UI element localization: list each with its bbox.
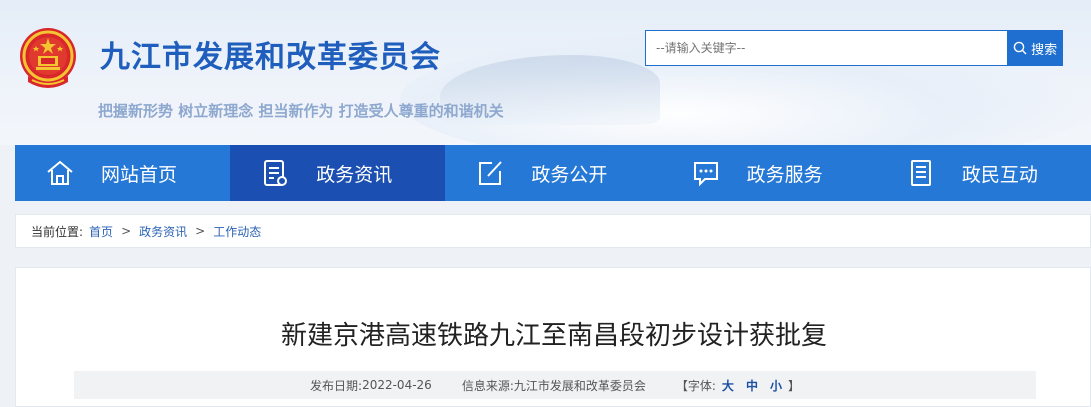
- font-size-large-button[interactable]: 大: [722, 377, 734, 394]
- article-title: 新建京港高速铁路九江至南昌段初步设计获批复: [280, 321, 827, 351]
- source-label: 信息来源:: [461, 378, 514, 393]
- font-size-label: 【字体:: [675, 378, 716, 393]
- main-nav: 网站首页 政务资讯 政务公开 政务服务 政民互动: [15, 145, 1091, 201]
- breadcrumb-link-home[interactable]: 首页: [89, 223, 113, 240]
- breadcrumb-separator: >: [195, 224, 206, 238]
- site-header: 九江市发展和改革委员会 把握新形势 树立新理念 担当新作为 打造受人尊重的和谐机…: [0, 0, 1091, 145]
- nav-item-interaction[interactable]: 政民互动: [876, 145, 1091, 201]
- home-icon: [43, 156, 77, 190]
- nav-item-label: 政务资讯: [316, 163, 393, 186]
- search-icon: [1013, 41, 1027, 55]
- search-button[interactable]: 搜索: [1007, 30, 1063, 66]
- font-size-small-button[interactable]: 小: [770, 377, 782, 394]
- search-bar: 搜索: [645, 30, 1063, 66]
- nav-item-news[interactable]: 政务资讯: [230, 145, 446, 201]
- article-meta: 发布日期: 2022-04-26 信息来源: 九江市发展和改革委员会 【字体: …: [74, 371, 1036, 399]
- publish-date: 2022-04-26: [362, 378, 432, 392]
- notes-icon: [904, 156, 938, 190]
- nav-item-label: 政务公开: [531, 163, 608, 186]
- breadcrumb-separator: >: [121, 224, 132, 238]
- font-size-medium-button[interactable]: 中: [746, 377, 758, 394]
- nav-item-label: 政务服务: [746, 163, 823, 186]
- breadcrumb-prefix: 当前位置:: [31, 224, 84, 239]
- edit-icon: [473, 156, 507, 190]
- document-icon: [258, 156, 292, 190]
- nav-item-label: 网站首页: [101, 163, 178, 186]
- nav-item-services[interactable]: 政务服务: [661, 145, 876, 201]
- publish-date-label: 发布日期:: [310, 378, 363, 393]
- article-panel: 新建京港高速铁路九江至南昌段初步设计获批复 发布日期: 2022-04-26 信…: [15, 267, 1091, 407]
- nav-item-open-government[interactable]: 政务公开: [445, 145, 660, 201]
- breadcrumb-link-work-updates[interactable]: 工作动态: [213, 223, 261, 240]
- site-title[interactable]: 九江市发展和改革委员会: [100, 32, 441, 76]
- search-input[interactable]: [645, 30, 1008, 66]
- nav-item-label: 政民互动: [961, 163, 1038, 186]
- nav-item-home[interactable]: 网站首页: [15, 145, 230, 201]
- source-value: 九江市发展和改革委员会: [513, 378, 646, 393]
- national-emblem-icon: [20, 28, 76, 88]
- search-button-label: 搜索: [1031, 42, 1058, 58]
- breadcrumb: 当前位置: 首页 > 政务资讯 > 工作动态: [15, 214, 1091, 248]
- font-size-close: 】: [787, 378, 800, 393]
- chat-icon: [689, 156, 723, 190]
- site-slogan: 把握新形势 树立新理念 担当新作为 打造受人尊重的和谐机关: [98, 102, 504, 120]
- breadcrumb-link-news[interactable]: 政务资讯: [139, 223, 187, 240]
